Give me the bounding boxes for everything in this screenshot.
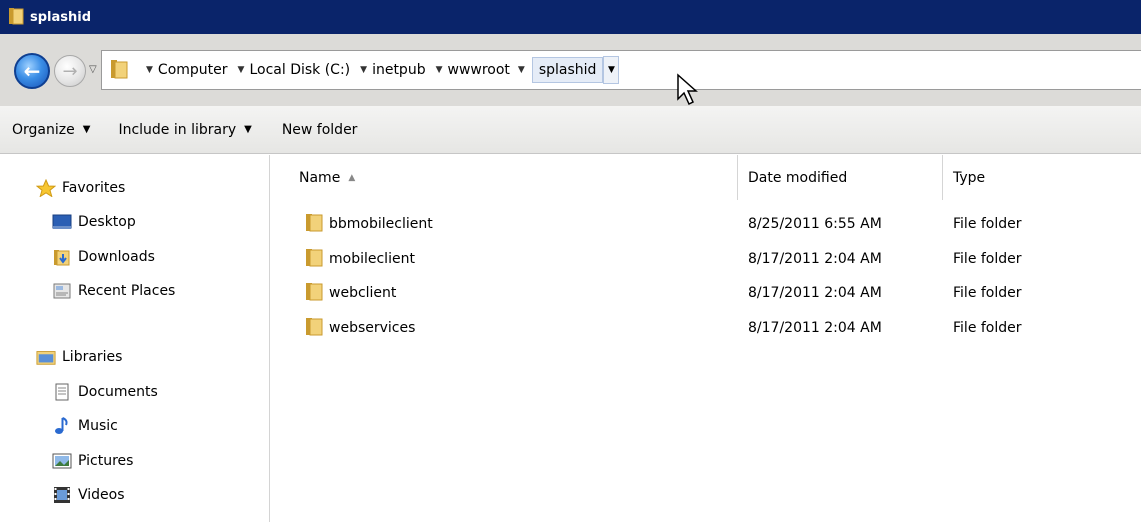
folder-icon [8, 7, 24, 28]
file-date: 8/17/2011 2:04 AM [748, 251, 882, 267]
documents-icon [52, 383, 72, 401]
star-icon [36, 179, 56, 197]
nav-downloads[interactable]: Downloads [52, 248, 155, 266]
nav-desktop[interactable]: Desktop [52, 213, 136, 231]
folder-icon [305, 212, 323, 236]
breadcrumb-item[interactable]: ▼ inetpub [360, 62, 425, 78]
folder-icon [305, 316, 323, 340]
include-in-library-button[interactable]: Include in library ▼ [114, 118, 255, 142]
chevron-down-icon: ▼ [82, 124, 91, 135]
arrow-right-icon: → [62, 60, 78, 82]
breadcrumb-current[interactable]: splashid [531, 57, 604, 83]
folder-icon [305, 281, 323, 305]
nav-videos[interactable]: Videos [52, 486, 125, 504]
folder-icon [110, 59, 128, 82]
nav-documents[interactable]: Documents [52, 383, 158, 401]
libraries-icon [36, 348, 56, 366]
sort-ascending-icon: ▲ [348, 172, 356, 183]
videos-icon [52, 486, 72, 504]
file-name-cell: webservices [305, 315, 415, 341]
address-bar[interactable]: ▼ Computer ▼ Local Disk (C:) ▼ inetpub ▼ www… [101, 50, 1141, 90]
breadcrumb-item[interactable]: ▼ wwwroot [436, 62, 510, 78]
column-header-name[interactable]: Name ▲ [281, 155, 738, 200]
column-header-date-modified[interactable]: Date modified [738, 155, 943, 200]
downloads-folder-icon [52, 248, 72, 266]
chevron-down-icon[interactable]: ▼ [518, 65, 525, 75]
breadcrumb-item[interactable]: ▼ Computer [146, 62, 228, 78]
file-date: 8/17/2011 2:04 AM [748, 320, 882, 336]
file-row[interactable]: webservices 8/17/2011 2:04 AM File folde… [275, 315, 1141, 341]
file-name-cell: bbmobileclient [305, 211, 433, 237]
back-button[interactable]: ← [14, 53, 50, 89]
folder-icon [305, 247, 323, 271]
breadcrumb-item[interactable]: ▼ Local Disk (C:) [238, 62, 351, 78]
arrow-left-icon: ← [23, 59, 41, 83]
new-folder-button[interactable]: New folder [278, 118, 362, 142]
file-list: Name ▲ Date modified Type bbmobileclient … [275, 155, 1141, 522]
chevron-down-icon[interactable]: ▼ [360, 65, 367, 75]
nav-recent-places[interactable]: Recent Places [52, 282, 175, 300]
file-row[interactable]: webclient 8/17/2011 2:04 AM File folder [275, 280, 1141, 306]
window-title: splashid [30, 9, 92, 25]
file-type: File folder [953, 285, 1022, 301]
recent-pages-dropdown[interactable]: ▽ [89, 64, 97, 75]
organize-button[interactable]: Organize ▼ [8, 118, 94, 142]
file-date: 8/17/2011 2:04 AM [748, 285, 882, 301]
chevron-down-icon[interactable]: ▼ [146, 65, 153, 75]
nav-music[interactable]: Music [52, 417, 118, 435]
music-icon [52, 417, 72, 435]
chevron-down-icon[interactable]: ▼ [238, 65, 245, 75]
recent-places-icon [52, 282, 72, 300]
file-row[interactable]: bbmobileclient 8/25/2011 6:55 AM File fo… [275, 211, 1141, 237]
file-type: File folder [953, 320, 1022, 336]
navigation-pane: Favorites Desktop Downloads Recent Place… [0, 155, 270, 522]
mouse-cursor-icon [676, 73, 702, 110]
pictures-icon [52, 452, 72, 470]
chevron-down-icon: ▼ [244, 124, 252, 135]
chevron-down-icon[interactable]: ▼ [603, 56, 620, 84]
file-name-cell: mobileclient [305, 246, 415, 272]
file-name-cell: webclient [305, 280, 396, 306]
address-row: ← → ▽ ▼ Computer ▼ Local Disk (C:) ▼ inetpu… [0, 34, 1141, 106]
nav-favorites[interactable]: Favorites [36, 179, 125, 197]
title-bar: splashid [0, 0, 1141, 34]
file-row[interactable]: mobileclient 8/17/2011 2:04 AM File fold… [275, 246, 1141, 272]
chevron-down-icon[interactable]: ▼ [436, 65, 443, 75]
forward-button[interactable]: → [54, 55, 86, 87]
breadcrumb-separator[interactable]: ▼ [518, 65, 530, 75]
file-type: File folder [953, 251, 1022, 267]
file-date: 8/25/2011 6:55 AM [748, 216, 882, 232]
desktop-icon [52, 213, 72, 231]
nav-libraries[interactable]: Libraries [36, 348, 122, 366]
nav-pictures[interactable]: Pictures [52, 452, 133, 470]
file-type: File folder [953, 216, 1022, 232]
command-bar: Organize ▼ Include in library ▼ New folder [0, 106, 1141, 154]
column-header-type[interactable]: Type [943, 155, 1141, 200]
